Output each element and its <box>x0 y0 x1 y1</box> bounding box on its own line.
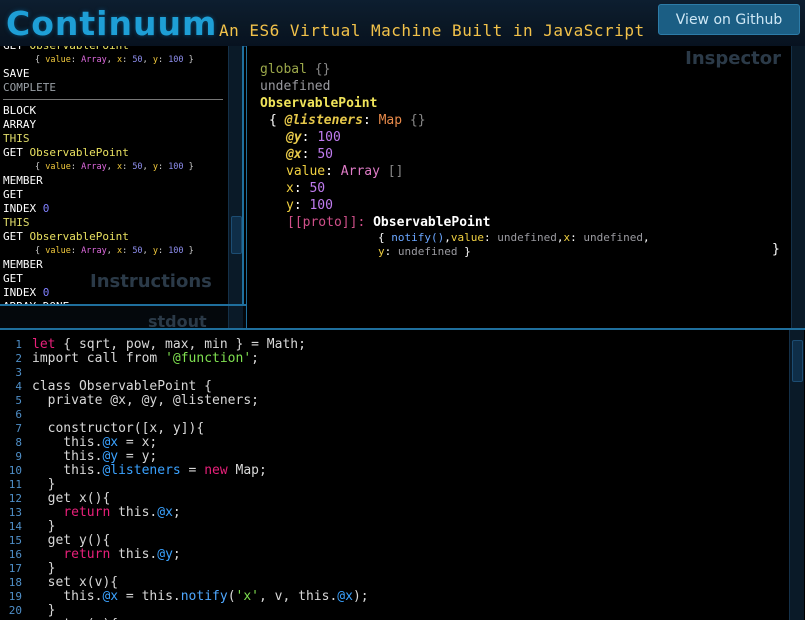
line-number: 16 <box>8 548 22 561</box>
instruction-value[interactable]: { value: Array, x: 50, y: 100 } <box>3 160 223 174</box>
listeners-row[interactable]: { @listeners: Map {} <box>269 113 426 128</box>
instruction-item[interactable]: SAVE <box>3 67 223 81</box>
proto-notify[interactable]: notify() <box>391 231 444 244</box>
instruction-item[interactable]: GET ObservablePoint <box>3 230 223 244</box>
code-content[interactable]: let { sqrt, pow, max, min } = Math; impo… <box>32 338 369 620</box>
inspector-prop[interactable]: y: 100 <box>286 198 333 213</box>
instruction-item[interactable]: ARRAY <box>3 118 223 132</box>
line-number: 19 <box>8 590 22 603</box>
instructions-list: GET ObservablePoint{ value: Array, x: 50… <box>3 46 223 304</box>
instruction-item[interactable]: MEMBER <box>3 258 223 272</box>
inspector-panel[interactable]: Inspector global {} undefined Observable… <box>246 46 805 328</box>
close-brace: } <box>772 242 780 257</box>
app-tagline: An ES6 Virtual Machine Built in JavaScri… <box>219 21 645 40</box>
listeners-type: Map <box>378 113 403 128</box>
line-number: 2 <box>15 352 22 365</box>
stdout-scrollbar[interactable] <box>228 306 243 328</box>
inspector-prop[interactable]: value: Array [] <box>286 164 403 179</box>
instructions-scroll-thumb[interactable] <box>231 216 242 254</box>
instructions-scrollbar[interactable] <box>228 46 242 304</box>
instruction-item[interactable]: COMPLETE <box>3 81 223 95</box>
proto-line-1: { notify(),value: undefined,x: undefined… <box>378 231 650 244</box>
editor-scrollbar[interactable] <box>789 330 804 620</box>
line-number: 9 <box>15 450 22 463</box>
inspector-title: Inspector <box>685 48 781 69</box>
listeners-key: @listeners <box>284 113 363 128</box>
editor-scroll-thumb[interactable] <box>792 340 803 382</box>
line-gutter: 1 2 3 4 5 6 7 8 9 10 11 12 13 14 15 16 17 18 19 20 <box>0 338 22 618</box>
app-header: Continuum An ES6 Virtual Machine Built i… <box>0 0 805 47</box>
undefined-row: undefined <box>260 79 331 94</box>
instruction-item[interactable]: MEMBER <box>3 174 223 188</box>
instruction-value[interactable]: { value: Array, x: 50, y: 100 } <box>3 244 223 258</box>
instruction-item[interactable]: GET <box>3 188 223 202</box>
global-label: global <box>260 62 307 77</box>
global-braces: {} <box>314 62 331 77</box>
line-number: 8 <box>15 436 22 449</box>
instruction-item[interactable]: BLOCK <box>3 104 223 118</box>
proto-line-2: y: undefined } <box>378 245 471 258</box>
line-number: 17 <box>8 562 22 575</box>
inspector-prop[interactable]: @y: 100 <box>286 130 341 145</box>
inspector-prop[interactable]: @x: 50 <box>286 147 333 162</box>
inspector-prop[interactable]: x: 50 <box>286 181 325 196</box>
global-row[interactable]: global {} <box>260 62 330 77</box>
proto-row[interactable]: [[proto]]: ObservablePoint <box>287 215 491 230</box>
proto-value: ObservablePoint <box>373 215 491 230</box>
instruction-item[interactable]: INDEX 0 <box>3 202 223 216</box>
instruction-item[interactable]: THIS <box>3 216 223 230</box>
line-number: 10 <box>8 464 22 477</box>
line-number: 14 <box>8 520 22 533</box>
instruction-item[interactable]: GET ObservablePoint <box>3 46 223 53</box>
line-number: 3 <box>15 366 22 379</box>
line-number: 13 <box>8 506 22 519</box>
inspector-scrollbar[interactable] <box>791 46 805 328</box>
line-number: 5 <box>15 394 22 407</box>
line-number: 18 <box>8 576 22 589</box>
line-number: 11 <box>8 478 22 491</box>
code-editor[interactable]: 1 2 3 4 5 6 7 8 9 10 11 12 13 14 15 16 17 18 19 20 let { sq… <box>0 328 805 620</box>
stdout-panel[interactable] <box>0 304 246 328</box>
open-brace: { <box>269 113 277 128</box>
instruction-item[interactable]: INDEX 0 <box>3 286 223 300</box>
instructions-divider <box>3 99 223 100</box>
object-label[interactable]: ObservablePoint <box>260 96 377 111</box>
instruction-item[interactable]: GET <box>3 272 223 286</box>
instruction-item[interactable]: GET ObservablePoint <box>3 146 223 160</box>
line-number: 4 <box>15 380 22 393</box>
instruction-item[interactable]: THIS <box>3 132 223 146</box>
listeners-value: {} <box>409 113 426 128</box>
line-number: 20 <box>8 604 22 617</box>
line-number: 1 <box>15 338 22 351</box>
line-number: 7 <box>15 422 22 435</box>
app-logo[interactable]: Continuum <box>6 4 217 43</box>
instructions-panel[interactable]: GET ObservablePoint{ value: Array, x: 50… <box>0 46 244 304</box>
line-number: 6 <box>15 408 22 421</box>
github-button[interactable]: View on Github <box>658 4 800 35</box>
proto-key: [[proto]]: <box>287 215 366 230</box>
instruction-value[interactable]: { value: Array, x: 50, y: 100 } <box>3 53 223 67</box>
line-number: 12 <box>8 492 22 505</box>
line-number: 15 <box>8 534 22 547</box>
